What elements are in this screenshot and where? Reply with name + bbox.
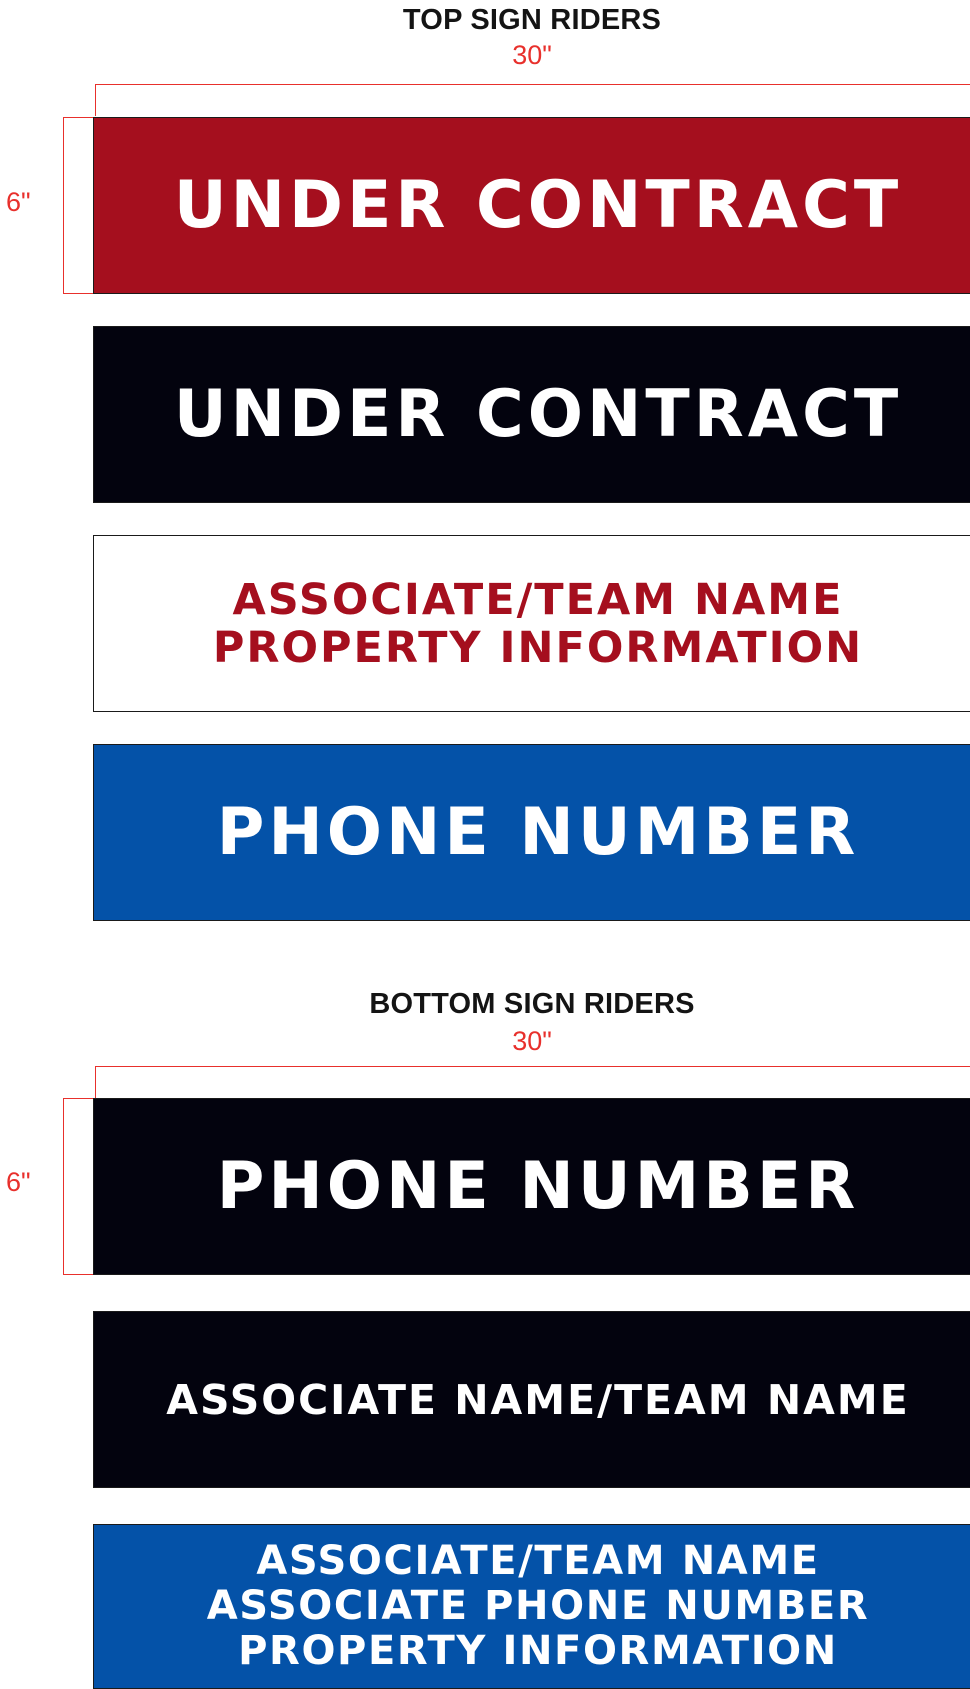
rider-text-line: ASSOCIATE NAME/TEAM NAME [166, 1375, 910, 1424]
rider-bottom-associate-team-name-black: ASSOCIATE NAME/TEAM NAME [93, 1311, 970, 1488]
bottom-section-title: BOTTOM SIGN RIDERS [369, 988, 695, 1020]
rider-text-line: ASSOCIATE/TEAM NAME [232, 574, 844, 625]
top-width-dimension-label: 30" [512, 40, 552, 70]
bottom-width-dimension-bracket [95, 1066, 970, 1098]
rider-text-line: PHONE NUMBER [216, 795, 860, 870]
bottom-height-dimension-label: 6" [6, 1167, 31, 1197]
rider-text-line: ASSOCIATE PHONE NUMBER [206, 1583, 870, 1629]
rider-top-phone-number-blue: PHONE NUMBER [93, 744, 970, 921]
rider-text-line: PROPERTY INFORMATION [238, 1628, 838, 1674]
rider-top-under-contract-black: UNDER CONTRACT [93, 326, 970, 503]
rider-text-line: UNDER CONTRACT [173, 377, 903, 452]
rider-text-line: PHONE NUMBER [216, 1149, 860, 1224]
top-height-dimension-label: 6" [6, 187, 31, 217]
rider-top-associate-property-white: ASSOCIATE/TEAM NAME PROPERTY INFORMATION [93, 535, 970, 712]
rider-bottom-associate-phone-property-blue: ASSOCIATE/TEAM NAME ASSOCIATE PHONE NUMB… [93, 1524, 970, 1689]
top-height-dimension-bracket [63, 117, 95, 294]
rider-text-line: PROPERTY INFORMATION [212, 622, 864, 673]
top-width-dimension-bracket [95, 84, 970, 116]
rider-text-line: UNDER CONTRACT [173, 168, 903, 243]
bottom-height-dimension-bracket [63, 1098, 95, 1275]
rider-bottom-phone-number-black: PHONE NUMBER [93, 1098, 970, 1275]
top-section-title: TOP SIGN RIDERS [402, 4, 662, 36]
rider-top-under-contract-red: UNDER CONTRACT [93, 117, 970, 294]
bottom-width-dimension-label: 30" [512, 1026, 552, 1056]
rider-text-line: ASSOCIATE/TEAM NAME [256, 1538, 820, 1584]
